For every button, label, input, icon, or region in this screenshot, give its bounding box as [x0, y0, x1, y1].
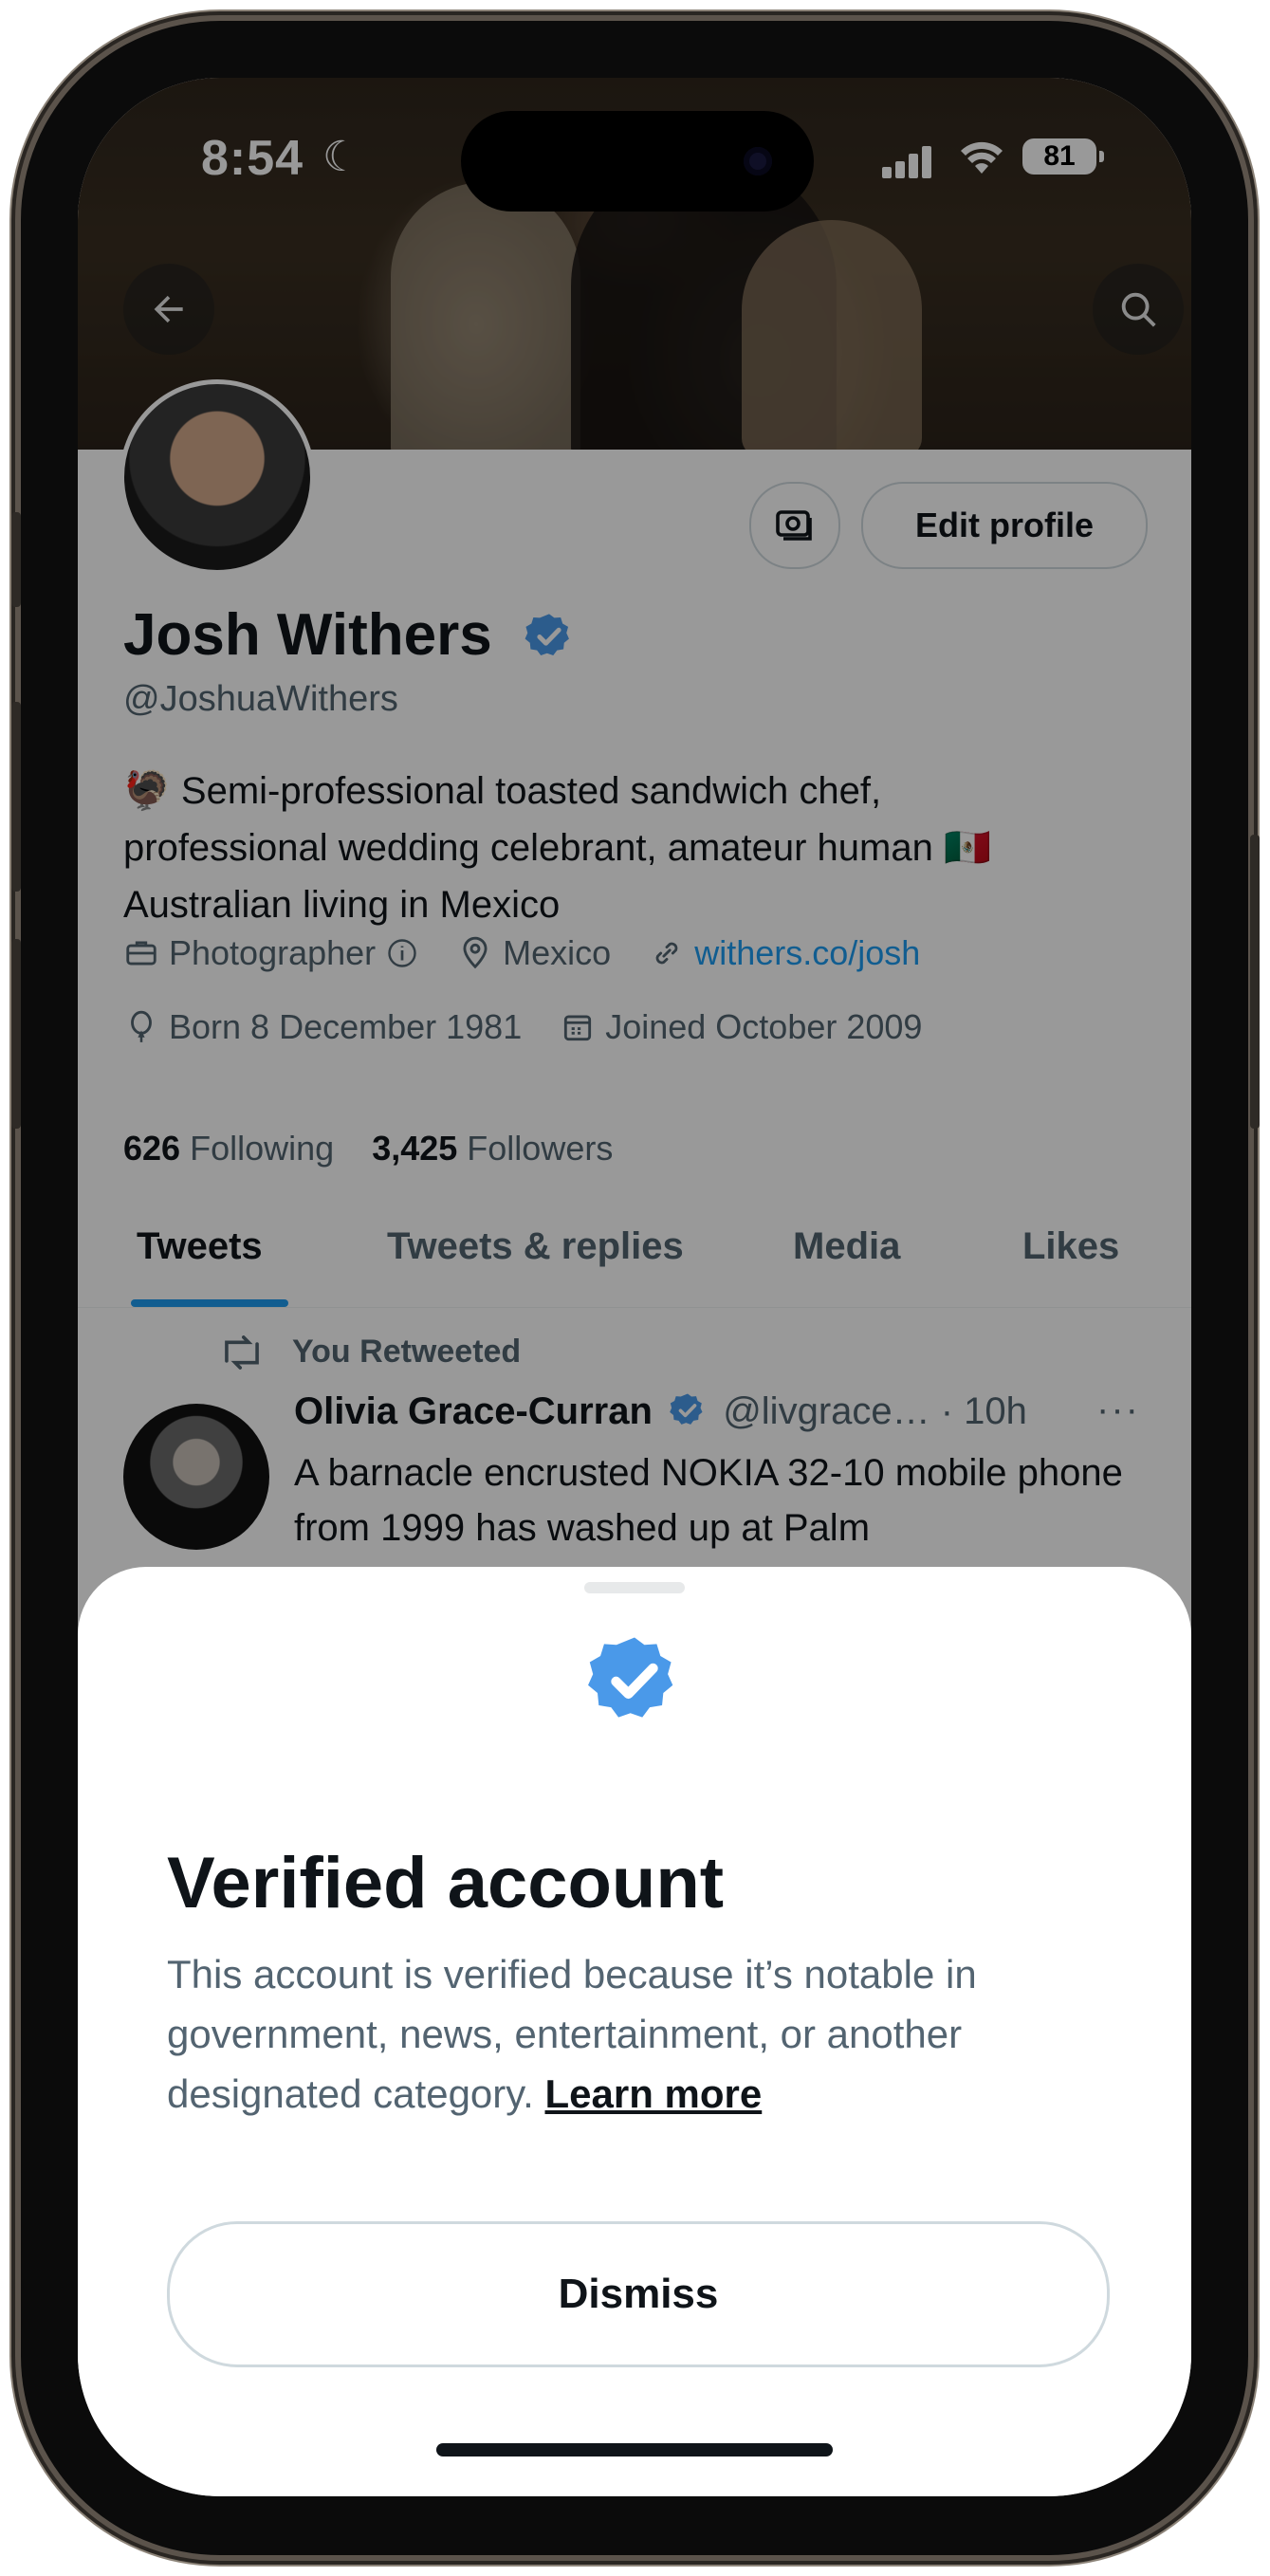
verified-bottom-sheet: Verified account This account is verifie…	[78, 1567, 1191, 2496]
sheet-title: Verified account	[167, 1843, 725, 1923]
verified-badge-icon	[588, 1637, 673, 1718]
volume-up-button	[11, 702, 21, 892]
screen: 8:54 ☾ 81 Edit profile Josh Withers @Jos…	[78, 78, 1191, 2496]
power-button	[1250, 835, 1260, 1129]
learn-more-link[interactable]: Learn more	[545, 2071, 763, 2116]
sheet-body: This account is verified because it’s no…	[167, 1944, 1115, 2124]
home-indicator[interactable]	[436, 2443, 833, 2456]
volume-down-button	[11, 939, 21, 1129]
dismiss-button[interactable]: Dismiss	[167, 2221, 1110, 2367]
action-button	[11, 512, 21, 607]
sheet-grabber[interactable]	[584, 1582, 685, 1593]
